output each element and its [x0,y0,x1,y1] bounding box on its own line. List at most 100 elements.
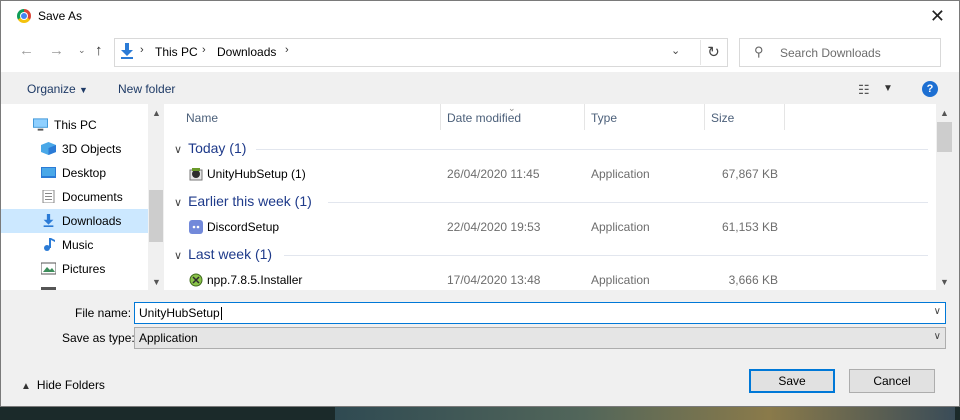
chrome-icon [17,9,31,23]
breadcrumb-separator-icon[interactable]: › [140,44,144,56]
group-collapse-icon: ∨ [174,197,183,209]
hide-folders-button[interactable]: ▲ Hide Folders [21,378,105,392]
group-collapse-icon: ∨ [174,250,183,262]
help-icon[interactable]: ? [922,81,938,97]
sidebar-item-label: Desktop [62,166,107,180]
column-divider[interactable] [784,104,785,130]
recent-locations-chevron-icon[interactable]: ⌄ [78,45,86,56]
column-divider[interactable] [584,104,585,130]
table-row[interactable]: npp.7.8.5.Installer 17/04/2020 13:48 App… [164,269,936,290]
back-arrow-icon[interactable]: ← [19,42,34,59]
breadcrumb-this-pc[interactable]: This PC [155,45,198,59]
table-row[interactable]: DiscordSetup 22/04/2020 19:53 Applicatio… [164,216,936,238]
organize-button[interactable]: Organize ▼ [27,82,88,96]
title-bar: Save As ✕ [1,1,959,32]
search-box[interactable]: ⚲ Search Downloads [739,38,941,67]
save-as-type-value: Application [139,331,198,345]
pictures-icon [41,262,56,275]
scroll-up-arrow-icon[interactable]: ▲ [940,108,949,118]
3d-objects-icon [41,142,56,155]
file-size: 3,666 KB [728,273,778,287]
search-placeholder[interactable]: Search Downloads [780,46,881,60]
sidebar-item-music[interactable]: Music [1,233,148,257]
column-divider[interactable] [704,104,705,130]
file-name-input[interactable]: UnityHubSetup ∨ [134,302,946,324]
sidebar-item-videos-partial[interactable] [1,281,148,290]
file-list-scrollbar[interactable]: ▲ ▼ [936,104,953,290]
npp-icon [189,273,203,287]
group-divider [256,149,928,150]
file-name: DiscordSetup [207,220,280,234]
refresh-icon[interactable]: ↻ [700,40,726,65]
group-divider [328,202,928,203]
file-name-text: UnityHubSetup [139,306,220,320]
forward-arrow-icon[interactable]: → [49,42,64,59]
sidebar-scrollbar-thumb[interactable] [149,190,163,242]
save-as-type-dropdown-icon[interactable]: ∨ [934,331,941,342]
group-header-today[interactable]: ∨ Today (1) [174,140,246,156]
navigation-pane: This PC 3D Objects Desktop Documents Dow… [1,104,164,290]
file-list-scrollbar-thumb[interactable] [937,122,952,152]
column-header-type[interactable]: Type [591,111,617,125]
group-label: Today (1) [188,140,247,156]
close-icon[interactable]: ✕ [930,6,945,27]
sidebar-item-desktop[interactable]: Desktop [1,161,148,185]
column-header-size[interactable]: Size [711,111,734,125]
sidebar-item-documents[interactable]: Documents [1,185,148,209]
pc-icon [33,118,48,131]
window-title: Save As [38,9,83,23]
save-as-dialog: Save As ✕ ← → ⌄ ↑ › This PC › Downloads … [0,0,960,407]
group-label: Last week (1) [188,246,273,262]
sidebar-item-pictures[interactable]: Pictures [1,257,148,281]
sidebar-item-3d-objects[interactable]: 3D Objects [1,137,148,161]
breadcrumb-downloads[interactable]: Downloads [217,45,276,59]
organize-dropdown-icon: ▼ [79,85,88,95]
file-size: 67,867 KB [721,167,778,181]
command-toolbar: Organize ▼ New folder ☷ ▼ ? [1,72,959,104]
scroll-down-arrow-icon[interactable]: ▼ [152,277,161,287]
scroll-up-arrow-icon[interactable]: ▲ [152,108,161,118]
desktop-icon [41,167,56,178]
text-caret [220,307,222,321]
documents-icon [42,190,55,203]
group-divider [284,255,928,256]
column-header-name[interactable]: Name [186,111,218,125]
view-dropdown-icon[interactable]: ▼ [883,83,893,94]
up-arrow-icon[interactable]: ↑ [95,42,103,59]
view-options-icon[interactable]: ☷ [858,82,870,98]
breadcrumb-separator-icon[interactable]: › [202,44,206,56]
file-type: Application [591,220,650,234]
file-name: npp.7.8.5.Installer [207,273,303,287]
save-as-type-select[interactable]: Application ∨ [134,327,946,349]
group-header-last-week[interactable]: ∨ Last week (1) [174,246,272,262]
sidebar-item-this-pc[interactable]: This PC [1,113,148,137]
group-header-earlier-this-week[interactable]: ∨ Earlier this week (1) [174,193,312,209]
sidebar-item-label: This PC [54,118,97,132]
file-name-label: File name: [75,306,132,320]
address-dropdown-icon[interactable]: ⌄ [671,44,680,57]
file-name-value[interactable]: UnityHubSetup [139,306,222,321]
navigation-bar: ← → ⌄ ↑ › This PC › Downloads › ⌄ ↻ ⚲ Se… [1,32,959,72]
save-button[interactable]: Save [749,369,835,393]
search-icon: ⚲ [754,44,764,59]
file-name-dropdown-icon[interactable]: ∨ [934,306,941,317]
scroll-down-arrow-icon[interactable]: ▼ [940,277,949,287]
column-header-date-modified[interactable]: Date modified [447,111,521,125]
file-name: UnityHubSetup (1) [207,167,306,181]
sidebar-item-label: Music [62,238,94,252]
sidebar-item-downloads[interactable]: Downloads [1,209,148,233]
address-bar[interactable]: › This PC › Downloads › ⌄ ↻ [114,38,728,67]
new-folder-button[interactable]: New folder [118,82,175,96]
installer-icon [189,168,203,181]
downloads-icon [43,214,54,227]
column-divider[interactable] [440,104,441,130]
downloads-icon [121,43,133,59]
table-row[interactable]: UnityHubSetup (1) 26/04/2020 11:45 Appli… [164,163,936,185]
breadcrumb-separator-icon[interactable]: › [285,44,289,56]
cancel-button[interactable]: Cancel [849,369,935,393]
file-size: 61,153 KB [721,220,778,234]
sidebar-item-label: 3D Objects [62,142,122,156]
discord-icon [189,220,203,234]
organize-label: Organize [27,82,76,96]
save-as-type-label: Save as type: [62,331,135,345]
